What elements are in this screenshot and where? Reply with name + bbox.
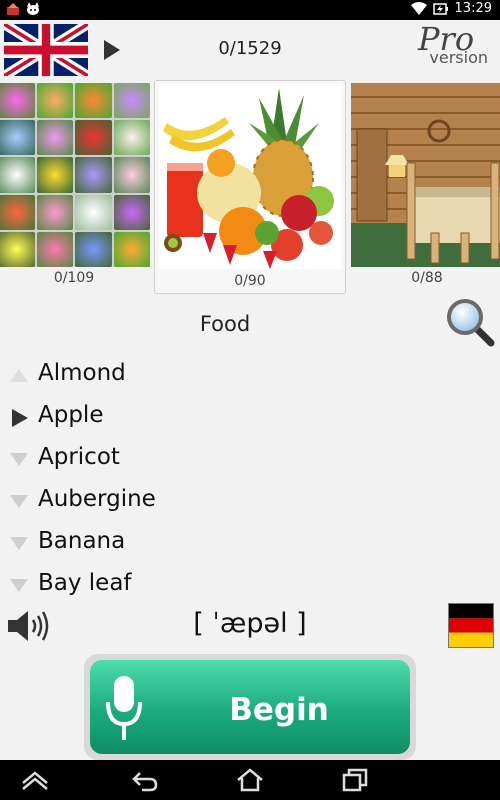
list-item[interactable]: Apricot	[0, 438, 500, 480]
fruit-illustration	[159, 83, 341, 269]
food-image	[159, 83, 341, 269]
category-food[interactable]: 0/90	[154, 80, 346, 294]
pronunciation-text: [ ˈæpəl ]	[193, 608, 307, 639]
triangle-down-icon	[10, 579, 28, 592]
wifi-icon	[410, 1, 427, 15]
navigation-bar	[0, 760, 500, 800]
home-icon[interactable]	[20, 767, 50, 793]
word-list[interactable]: Almond Apple Apricot Aubergine Banana Ba…	[0, 354, 500, 596]
status-time: 13:29	[454, 1, 492, 16]
word-label: Banana	[38, 528, 126, 554]
category-carousel[interactable]: 0/109 0/90 0/88	[0, 80, 500, 294]
list-item[interactable]: Almond	[0, 354, 500, 396]
word-label: Bay leaf	[38, 570, 132, 596]
category-flowers[interactable]: 0/109	[0, 80, 150, 294]
app-notification-icon	[7, 3, 19, 15]
play-triangle-icon	[12, 409, 28, 427]
triangle-down-icon	[10, 537, 28, 550]
flowers-image	[0, 83, 150, 267]
recent-apps-icon[interactable]	[340, 767, 370, 793]
list-item[interactable]: Banana	[0, 522, 500, 564]
word-label: Almond	[38, 360, 126, 386]
triangle-down-icon	[10, 495, 28, 508]
list-item[interactable]: Bay leaf	[0, 564, 500, 596]
category-count: 0/109	[53, 270, 95, 286]
list-item-selected[interactable]: Apple	[0, 396, 500, 438]
word-label: Aubergine	[38, 486, 156, 512]
bedroom-image	[351, 83, 500, 267]
search-icon[interactable]	[444, 296, 496, 348]
word-label: Apple	[38, 402, 104, 428]
battery-icon	[432, 2, 448, 15]
log-cabin-illustration	[351, 83, 500, 267]
begin-label: Begin	[229, 692, 329, 728]
header: 0/1529 Pro version	[0, 20, 500, 80]
category-count: 0/88	[411, 270, 443, 286]
germany-flag-icon[interactable]	[448, 603, 494, 648]
status-bar: 13:29	[0, 0, 500, 20]
back-icon[interactable]	[130, 767, 160, 793]
triangle-down-icon	[10, 453, 28, 466]
triangle-up-icon	[10, 369, 28, 382]
word-label: Apricot	[38, 444, 120, 470]
list-item[interactable]: Aubergine	[0, 480, 500, 522]
pro-version-badge[interactable]: Pro version	[416, 20, 488, 72]
begin-button-frame: Begin	[84, 654, 416, 760]
version-text: version	[429, 48, 488, 67]
home-screen-icon[interactable]	[235, 767, 265, 793]
begin-button[interactable]: Begin	[90, 660, 410, 754]
category-bedroom[interactable]: 0/88	[351, 80, 500, 294]
cat-notification-icon	[27, 2, 39, 15]
category-count: 0/90	[234, 273, 266, 289]
category-title: Food	[199, 312, 251, 336]
